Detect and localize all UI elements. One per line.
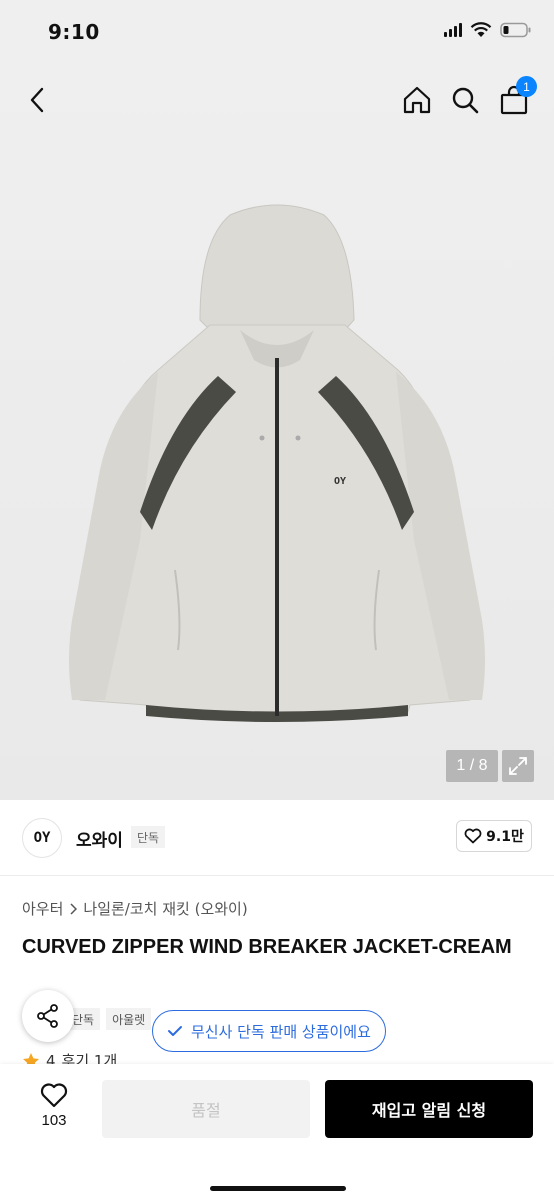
brand-like-button[interactable]: 9.1만 (456, 820, 532, 852)
brand-logo[interactable]: OY (22, 818, 62, 858)
product-title: CURVED ZIPPER WIND BREAKER JACKET-CREAM (22, 936, 512, 958)
check-icon (168, 1026, 182, 1036)
expand-image-button[interactable] (502, 750, 534, 782)
search-button[interactable] (443, 78, 487, 122)
back-arrow-icon (30, 87, 44, 113)
brand-name[interactable]: 오와이 (76, 826, 123, 851)
home-icon (403, 86, 431, 114)
tag-outlet: 아울렛 (106, 1008, 152, 1030)
wishlist-count: 103 (41, 1112, 67, 1129)
breadcrumb-item-subcategory[interactable]: 나일론/코치 재킷 (오와이) (83, 898, 247, 919)
battery-icon (500, 22, 531, 38)
bottom-action-bar: 103 품절 재입고 알림 신청 (0, 1064, 554, 1200)
soldout-button: 품절 (102, 1080, 310, 1138)
brand-row: OY 오와이 단독 9.1만 (0, 800, 554, 876)
search-icon (452, 87, 479, 114)
expand-icon (509, 757, 527, 775)
wishlist-button[interactable]: 103 (28, 1082, 80, 1129)
status-icons (444, 22, 532, 38)
brand-like-count: 9.1만 (486, 829, 524, 845)
chevron-right-icon (70, 902, 78, 915)
cellular-signal-icon (444, 23, 462, 37)
share-icon (37, 1004, 58, 1028)
wifi-icon (470, 22, 492, 37)
restock-alert-button[interactable]: 재입고 알림 신청 (325, 1080, 533, 1138)
heart-icon (40, 1083, 68, 1108)
exclusive-sale-badge[interactable]: 무신사 단독 판매 상품이에요 (152, 1010, 386, 1052)
home-button[interactable] (395, 78, 439, 122)
image-pager: 1 / 8 (446, 750, 498, 782)
cart-button[interactable]: 1 (492, 76, 537, 122)
status-time: 9:10 (48, 20, 100, 44)
home-indicator (210, 1186, 346, 1191)
heart-icon (464, 828, 482, 844)
jacket-image: OY (69, 204, 485, 722)
back-button[interactable] (16, 78, 60, 122)
chest-logo: OY (334, 476, 346, 487)
cart-count-badge: 1 (516, 76, 537, 97)
top-navigation: 1 (0, 64, 554, 136)
exclusive-sale-text: 무신사 단독 판매 상품이에요 (191, 1022, 371, 1041)
brand-exclusive-tag: 단독 (131, 826, 166, 848)
breadcrumb-item-category[interactable]: 아우터 (22, 898, 63, 919)
product-image-gallery[interactable]: OY (0, 64, 554, 800)
status-bar: 9:10 (0, 0, 554, 64)
share-button[interactable] (22, 990, 74, 1042)
breadcrumb: 아우터 나일론/코치 재킷 (오와이) (22, 898, 248, 919)
